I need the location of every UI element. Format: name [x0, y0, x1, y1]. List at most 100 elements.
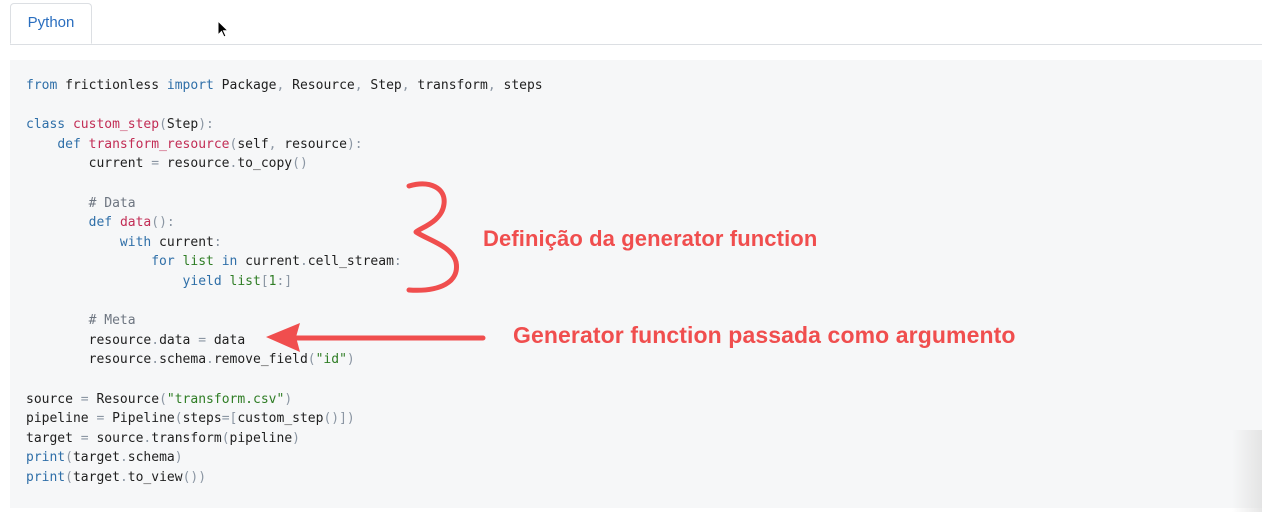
code-token: resource	[26, 332, 152, 348]
code-token: .	[206, 352, 214, 368]
code-token: to_view	[127, 469, 183, 485]
code-token: ()	[292, 156, 308, 172]
code-token: list	[229, 273, 261, 289]
arrow-annotation-label: Generator function passada como argument…	[513, 322, 1016, 348]
code-line: source = Resource("transform.csv")	[26, 390, 543, 410]
edge-shadow	[1232, 430, 1262, 512]
code-token: print	[26, 450, 66, 466]
code-token: for	[151, 254, 175, 270]
code-token: resource	[276, 136, 347, 152]
code-token: :	[213, 234, 222, 250]
code-token: custom_step	[237, 411, 324, 427]
code-token: data	[206, 332, 246, 348]
code-token: :]	[276, 273, 293, 289]
code-line: print(target.schema)	[26, 448, 543, 468]
code-token: remove_field	[213, 352, 308, 368]
code-token: Resource	[88, 391, 160, 407]
code-token: )	[292, 430, 300, 446]
tab-python[interactable]: Python	[10, 3, 92, 44]
code-token: in	[221, 254, 238, 270]
code-block: from frictionless import Package, Resour…	[10, 60, 1262, 508]
code-token: cell_stream	[307, 254, 394, 270]
code-token: resource	[159, 156, 230, 172]
code-token: (	[174, 411, 183, 427]
code-token: ())	[182, 469, 207, 485]
code-token: transform_resource	[88, 136, 230, 152]
code-token: source	[88, 430, 144, 446]
code-line: current = resource.to_copy()	[26, 154, 543, 174]
code-token: data	[119, 215, 152, 231]
code-token: steps	[182, 411, 222, 427]
code-token: ,	[354, 78, 363, 93]
code-token: ()])	[323, 411, 355, 427]
code-line: # Meta	[26, 311, 543, 331]
code-token: .	[299, 254, 308, 270]
code-token: transform	[409, 78, 488, 93]
code-token: Package	[213, 78, 277, 93]
code-token: target	[26, 430, 81, 446]
code-token: )	[346, 352, 355, 368]
code-token: ():	[151, 215, 175, 231]
code-token: Resource	[284, 78, 355, 93]
code-token: (	[159, 391, 167, 407]
code-content: from frictionless import Package, Resour…	[26, 76, 543, 487]
code-token: class	[26, 117, 66, 133]
code-token: import	[166, 78, 214, 93]
code-token: .	[119, 450, 128, 466]
code-token: yield	[182, 273, 222, 289]
code-line: resource.schema.remove_field("id")	[26, 350, 543, 370]
code-token: data	[159, 332, 199, 348]
code-line: # Data	[26, 194, 543, 214]
code-token: current	[26, 156, 152, 172]
code-token: schema	[127, 450, 175, 466]
code-line: pipeline = Pipeline(steps=[custom_step()…	[26, 409, 543, 429]
code-token: ):	[346, 136, 363, 152]
code-line: resource.data = data	[26, 331, 543, 351]
code-token: =	[151, 156, 160, 172]
code-token: "id"	[315, 352, 347, 368]
code-token: list	[182, 254, 214, 270]
code-token: =	[80, 430, 89, 446]
code-token: resource	[26, 352, 152, 368]
code-line: def transform_resource(self, resource):	[26, 135, 543, 155]
code-token: .	[119, 469, 128, 485]
code-token: schema	[159, 352, 207, 368]
code-token: # Data	[88, 195, 136, 211]
code-line: target = source.transform(pipeline)	[26, 429, 543, 449]
code-token: .	[151, 352, 160, 368]
code-token: Step	[166, 117, 199, 133]
code-line: def data():	[26, 213, 543, 233]
code-token: ,	[401, 78, 410, 93]
code-token: )	[174, 450, 183, 466]
code-token: steps	[495, 78, 543, 93]
code-token: ):	[198, 117, 214, 133]
code-token: (	[307, 352, 316, 368]
code-token: target	[72, 450, 120, 466]
code-line: print(target.to_view())	[26, 468, 543, 488]
code-token: target	[72, 469, 120, 485]
code-line: class custom_step(Step):	[26, 115, 543, 135]
code-token: current	[237, 254, 300, 270]
code-token: Pipeline	[104, 411, 175, 427]
code-token: to_copy	[237, 156, 293, 172]
code-token: pipeline	[229, 430, 293, 446]
tab-bar: Python	[10, 0, 1262, 45]
code-token: "transform.csv"	[166, 391, 285, 407]
code-line: with current:	[26, 233, 543, 253]
code-token: print	[26, 469, 66, 485]
code-token: from	[26, 78, 58, 93]
code-line: for list in current.cell_stream:	[26, 252, 543, 272]
code-token: frictionless	[57, 78, 167, 93]
